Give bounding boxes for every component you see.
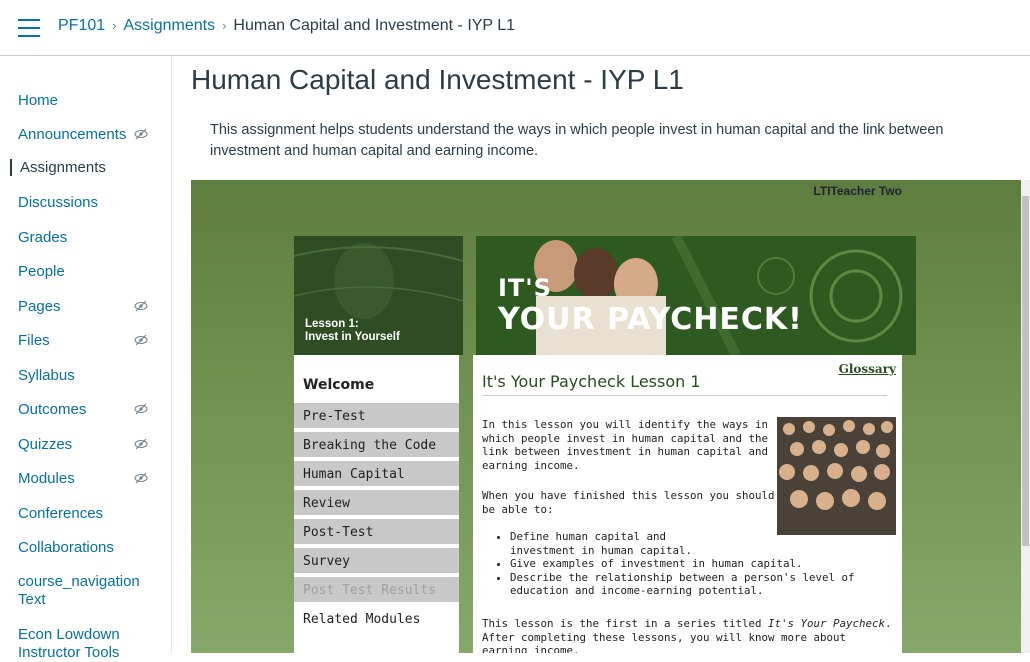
lesson-heading: It's Your Paycheck Lesson 1 (482, 372, 887, 396)
lesson-objectives-intro: When you have finished this lesson you s… (482, 489, 775, 516)
breadcrumb-assignments-link[interactable]: Assignments (123, 17, 215, 34)
nav-item-home[interactable]: Home (18, 92, 168, 109)
banner-title-line1: IT'S (498, 274, 552, 302)
nav-item-assignments[interactable]: Assignments (10, 159, 170, 176)
menu-item-related-modules[interactable]: Related Modules (294, 606, 459, 633)
hidden-eye-icon (134, 403, 148, 415)
hidden-eye-icon (134, 472, 148, 484)
menu-item-pre-test[interactable]: Pre-Test (294, 403, 459, 430)
menu-item-breaking-the-code[interactable]: Breaking the Code (294, 432, 459, 459)
menu-item-human-capital[interactable]: Human Capital (294, 461, 459, 488)
top-bar: PF101 › Assignments › Human Capital and Inve… (0, 0, 1030, 56)
assignment-description: This assignment helps students understan… (210, 122, 944, 159)
breadcrumb-separator: › (112, 18, 117, 33)
page-title: Human Capital and Investment - IYP L1 (191, 64, 684, 95)
frame-scrollbar[interactable] (1021, 180, 1030, 653)
nav-item-announcements[interactable]: Announcements (18, 126, 168, 143)
paycheck-banner: IT'S YOUR PAYCHECK! (476, 236, 916, 355)
menu-item-review[interactable]: Review (294, 490, 459, 517)
breadcrumb-separator: › (222, 18, 227, 33)
objective-item: Define human capital and investment in h… (510, 530, 730, 557)
banner-title-line2: YOUR PAYCHECK! (498, 302, 803, 337)
nav-item-conferences[interactable]: Conferences (18, 505, 168, 522)
hidden-eye-icon (134, 334, 148, 346)
scrollbar-thumb[interactable] (1022, 196, 1029, 546)
nav-item-syllabus[interactable]: Syllabus (18, 367, 168, 384)
nav-item-files[interactable]: Files (18, 332, 168, 349)
hamburger-menu-icon[interactable] (18, 19, 40, 37)
menu-item-survey[interactable]: Survey (294, 548, 459, 575)
breadcrumb: PF101 › Assignments › Human Capital and Inve… (58, 17, 515, 35)
lesson-label-box: Lesson 1: Invest in Yourself (294, 236, 463, 355)
menu-heading-welcome[interactable]: Welcome (303, 377, 374, 393)
lesson-content: Glossary It's Your Paycheck Lesson 1 In … (473, 355, 902, 653)
lesson-series-text: This lesson is the first in a series tit… (482, 617, 892, 653)
course-navigation: Home Announcements Assignments Discussio… (0, 56, 172, 661)
breadcrumb-course-link[interactable]: PF101 (58, 17, 105, 34)
breadcrumb-current: Human Capital and Investment - IYP L1 (233, 17, 516, 34)
lesson-intro-text: In this lesson you will identify the way… (482, 418, 769, 472)
lesson-objectives-list: Define human capital and investment in h… (482, 530, 892, 598)
menu-item-post-test[interactable]: Post-Test (294, 519, 459, 546)
lti-tool-frame: LTITeacher Two Lesson 1: Invest in Yourse… (191, 180, 1023, 653)
nav-item-econ-lowdown[interactable]: Econ Lowdown Instructor Tools (18, 626, 158, 662)
menu-item-post-test-results: Post Test Results (294, 577, 459, 604)
nav-item-people[interactable]: People (18, 263, 168, 280)
crowd-photo-graphic (777, 417, 896, 535)
hidden-eye-icon (134, 300, 148, 312)
crowd-photo (777, 417, 896, 535)
hidden-eye-icon (134, 438, 148, 450)
nav-item-pages[interactable]: Pages (18, 298, 168, 315)
lti-user-name: LTITeacher Two (813, 184, 902, 198)
nav-item-modules[interactable]: Modules (18, 470, 168, 487)
nav-item-grades[interactable]: Grades (18, 229, 168, 246)
lesson-menu: Welcome Pre-Test Breaking the Code Human… (294, 355, 459, 653)
hidden-eye-icon (134, 128, 148, 140)
lesson-label: Lesson 1: Invest in Yourself (305, 318, 400, 343)
nav-item-collaborations[interactable]: Collaborations (18, 539, 168, 556)
nav-item-course-navigation-text[interactable]: course_navigation Text (18, 573, 158, 609)
nav-item-discussions[interactable]: Discussions (18, 194, 168, 211)
nav-item-outcomes[interactable]: Outcomes (18, 401, 168, 418)
nav-item-quizzes[interactable]: Quizzes (18, 436, 168, 453)
objective-item: Give examples of investment in human cap… (510, 557, 892, 571)
objective-item: Describe the relationship between a pers… (510, 571, 892, 598)
